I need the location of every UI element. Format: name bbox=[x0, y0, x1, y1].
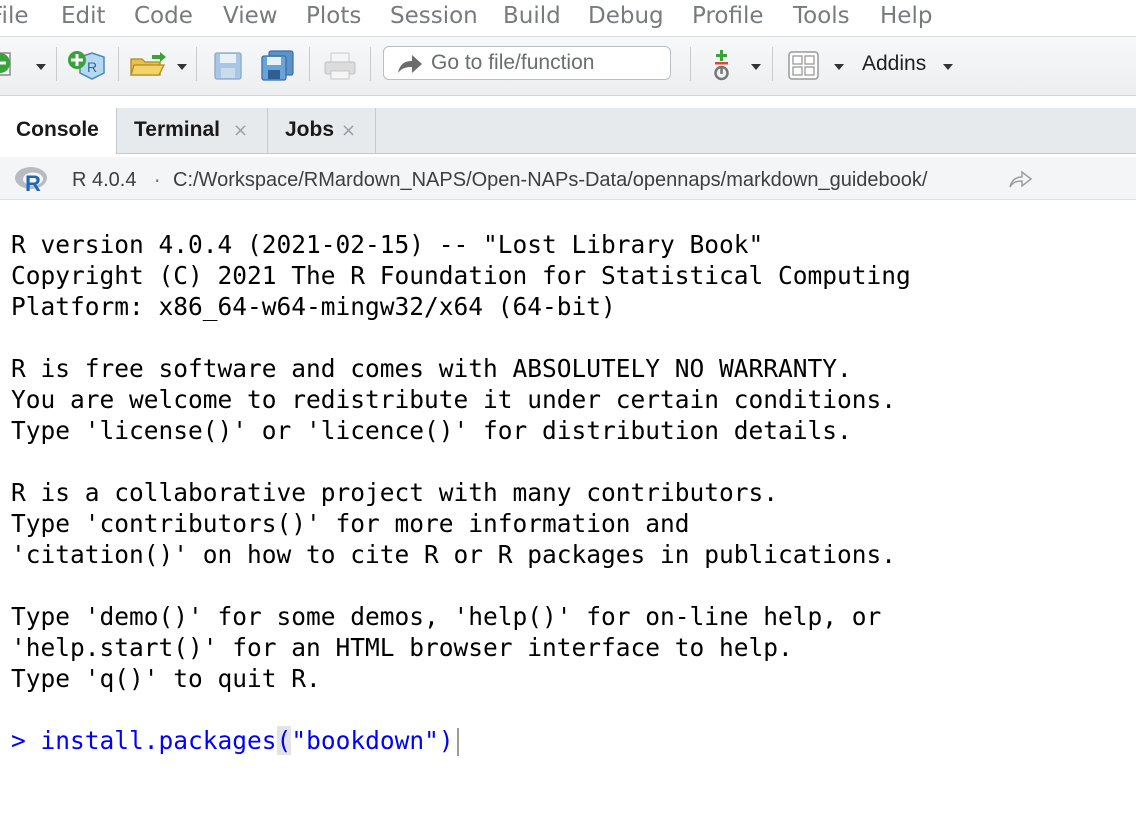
save-all-icon bbox=[261, 50, 294, 81]
open-folder-dropdown-icon[interactable] bbox=[177, 64, 187, 70]
svg-text:R: R bbox=[25, 171, 41, 193]
menu-build[interactable]: Build bbox=[503, 2, 561, 30]
console-prompt: > bbox=[11, 726, 26, 755]
new-file-icon bbox=[0, 52, 11, 76]
open-folder-button[interactable] bbox=[128, 51, 172, 79]
console-input-function: install.packages bbox=[40, 726, 277, 755]
pane-layout-dropdown-icon[interactable] bbox=[834, 64, 844, 70]
new-file-dropdown-icon[interactable] bbox=[36, 64, 46, 70]
menu-help[interactable]: Help bbox=[880, 2, 932, 30]
console-line: R is a collaborative project with many c… bbox=[11, 478, 779, 507]
tab-terminal-label: Terminal bbox=[134, 118, 220, 141]
console-line: Platform: x86_64-w64-mingw32/x64 (64-bit… bbox=[11, 292, 616, 321]
tab-jobs[interactable]: Jobs × bbox=[268, 108, 376, 153]
menu-edit[interactable]: Edit bbox=[61, 2, 106, 30]
menu-session[interactable]: Session bbox=[390, 2, 478, 30]
tab-console[interactable]: Console bbox=[0, 108, 117, 154]
console-path-bar: R R 4.0.4 · C:/Workspace/RMardown_NAPS/O… bbox=[0, 157, 1136, 200]
menu-view[interactable]: View bbox=[223, 2, 278, 30]
console-output[interactable]: R version 4.0.4 (2021-02-15) -- "Lost Li… bbox=[11, 229, 1136, 756]
menu-debug[interactable]: Debug bbox=[588, 2, 664, 30]
grid-layout-icon bbox=[788, 51, 819, 80]
console-tab-bar: Console Terminal × Jobs × bbox=[0, 108, 1136, 154]
git-dropdown-icon[interactable] bbox=[751, 64, 761, 70]
print-button[interactable] bbox=[323, 51, 359, 81]
save-icon bbox=[214, 52, 242, 80]
close-icon[interactable]: × bbox=[341, 120, 356, 141]
git-button[interactable] bbox=[708, 47, 738, 83]
path-separator: · bbox=[154, 169, 161, 193]
menu-code[interactable]: Code bbox=[134, 2, 193, 30]
arrow-right-icon bbox=[398, 55, 422, 73]
open-folder-icon bbox=[130, 52, 166, 76]
go-to-directory-icon[interactable] bbox=[1008, 169, 1034, 189]
save-all-button[interactable] bbox=[259, 49, 297, 81]
r-logo-icon: R bbox=[15, 167, 47, 193]
new-project-button[interactable]: R bbox=[66, 49, 106, 81]
console-line: You are welcome to redistribute it under… bbox=[11, 385, 897, 414]
goto-file-function-input[interactable]: Go to file/function bbox=[383, 46, 671, 80]
new-project-icon: R bbox=[68, 51, 105, 80]
new-file-button[interactable] bbox=[0, 51, 22, 77]
menu-bar: File Edit Code View Plots Session Build … bbox=[0, 0, 1136, 34]
console-line: R version 4.0.4 (2021-02-15) -- "Lost Li… bbox=[11, 230, 764, 259]
main-toolbar: R Go to file/function Addins bbox=[0, 36, 1136, 96]
close-icon[interactable]: × bbox=[233, 120, 248, 141]
console-line: 'citation()' on how to cite R or R packa… bbox=[11, 540, 897, 569]
addins-dropdown-icon[interactable] bbox=[943, 64, 953, 70]
menu-profile[interactable]: Profile bbox=[692, 2, 764, 30]
pane-layout-button[interactable] bbox=[788, 51, 820, 81]
tab-jobs-label: Jobs bbox=[285, 118, 335, 141]
working-directory-path: C:/Workspace/RMardown_NAPS/Open-NAPs-Dat… bbox=[173, 169, 928, 191]
git-icon bbox=[714, 50, 729, 81]
console-input-args: "bookdown") bbox=[291, 726, 454, 755]
console-input-line[interactable]: > install.packages("bookdown") bbox=[11, 725, 1136, 756]
console-line: Type 'q()' to quit R. bbox=[11, 664, 321, 693]
matched-paren: ( bbox=[276, 726, 292, 755]
console-line: R is free software and comes with ABSOLU… bbox=[11, 354, 852, 383]
text-cursor bbox=[456, 728, 459, 756]
console-line: Type 'contributors()' for more informati… bbox=[11, 509, 690, 538]
goto-placeholder: Go to file/function bbox=[431, 51, 595, 74]
console-line: Type 'license()' or 'licence()' for dist… bbox=[11, 416, 852, 445]
menu-tools[interactable]: Tools bbox=[793, 2, 850, 30]
console-line: 'help.start()' for an HTML browser inter… bbox=[11, 633, 793, 662]
r-version-label: R 4.0.4 bbox=[72, 169, 137, 191]
tab-terminal[interactable]: Terminal × bbox=[117, 108, 268, 153]
save-button[interactable] bbox=[213, 51, 245, 81]
menu-file[interactable]: File bbox=[0, 2, 29, 30]
tab-console-label: Console bbox=[16, 118, 99, 141]
addins-button[interactable]: Addins bbox=[862, 52, 926, 76]
svg-text:R: R bbox=[87, 59, 97, 75]
menu-plots[interactable]: Plots bbox=[306, 2, 361, 30]
console-line: Copyright (C) 2021 The R Foundation for … bbox=[11, 261, 911, 290]
console-line: Type 'demo()' for some demos, 'help()' f… bbox=[11, 602, 882, 631]
print-icon bbox=[324, 52, 356, 80]
